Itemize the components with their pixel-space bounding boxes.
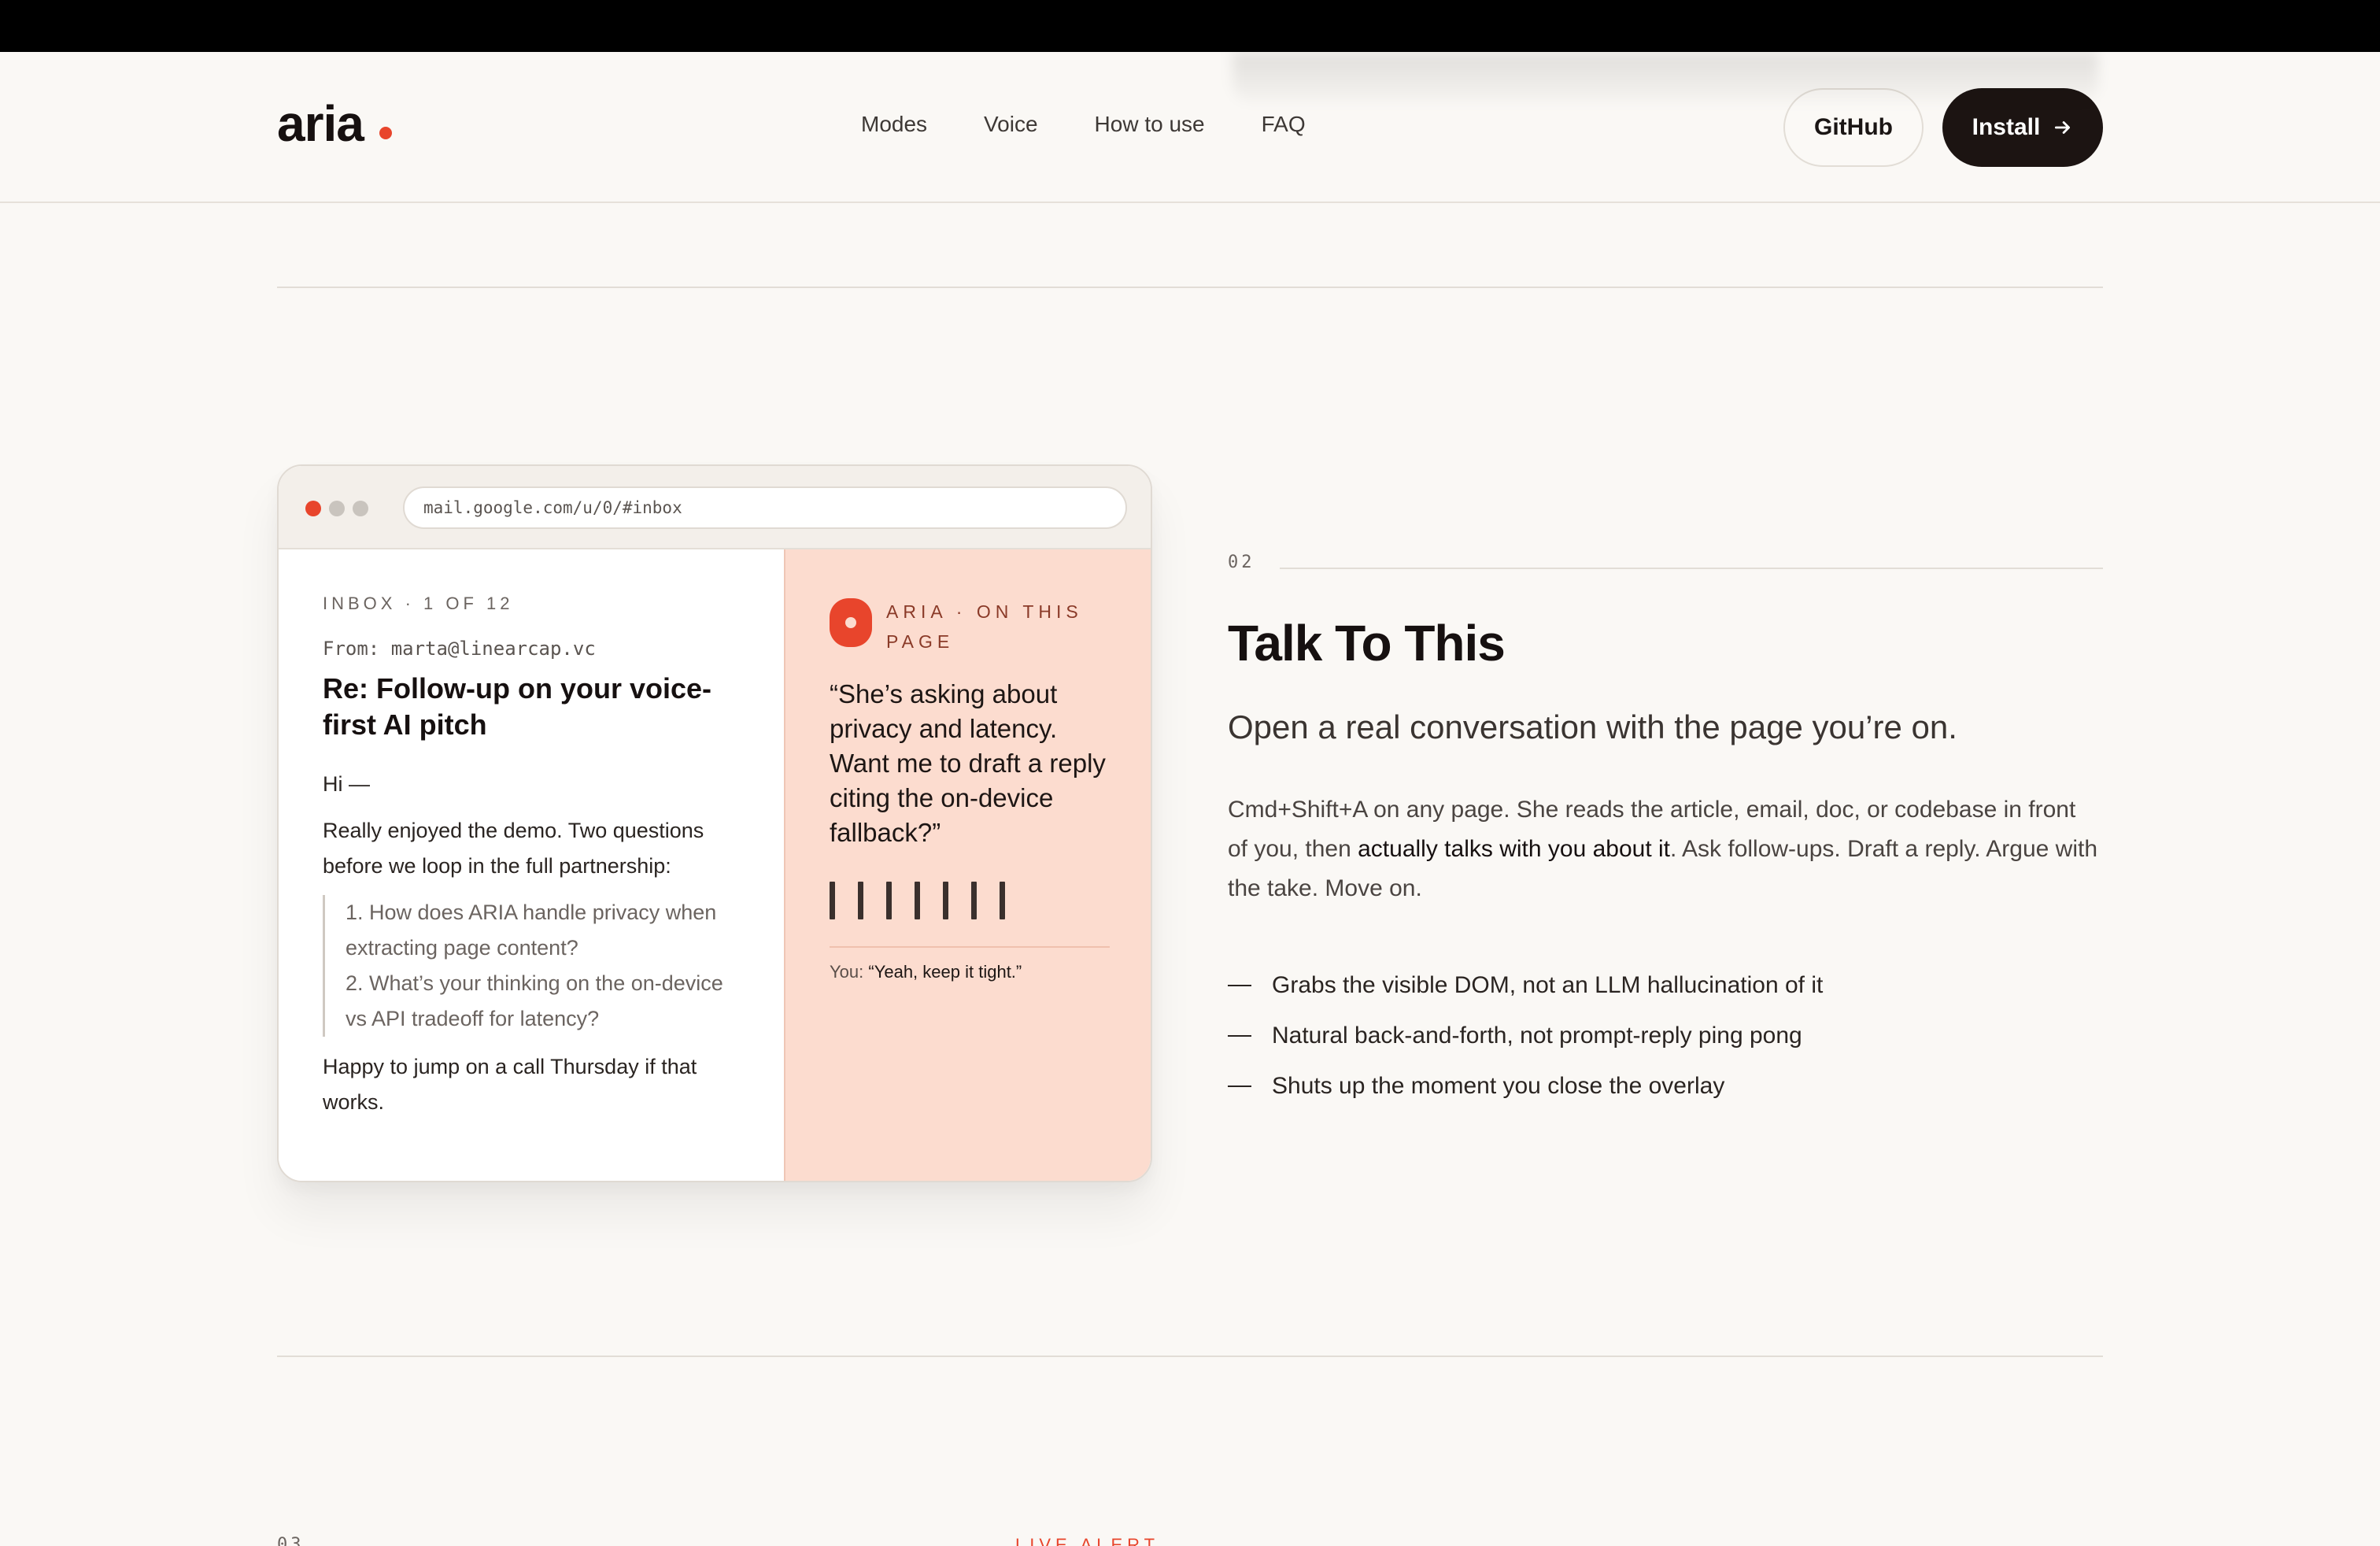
email-question-2: 2. What’s your thinking on the on-device… xyxy=(346,971,723,1030)
next-section-tag: LIVE ALERT xyxy=(1015,1535,1160,1546)
window-maximize-dot-icon xyxy=(353,501,368,516)
window-minimize-dot-icon xyxy=(329,501,345,516)
email-intro: Really enjoyed the demo. Two questions b… xyxy=(323,819,704,878)
nav-link-how-to-use[interactable]: How to use xyxy=(1095,112,1205,137)
email-sender: From: marta@linearcap.vc xyxy=(323,638,596,660)
email-pane: INBOX · 1 OF 12 From: marta@linearcap.vc… xyxy=(279,549,784,1181)
dropdown-shadow xyxy=(1232,52,2098,102)
logo[interactable]: aria xyxy=(277,94,392,153)
window-close-dot-icon xyxy=(305,501,321,516)
dash-icon xyxy=(1228,1035,1251,1037)
aria-overlay-panel: ARIA · ON THIS PAGE “She’s asking about … xyxy=(784,549,1151,1181)
section-title: Talk To This xyxy=(1228,615,1506,671)
browser-mockup: mail.google.com/u/0/#inbox INBOX · 1 OF … xyxy=(277,464,1152,1182)
feature-text: Shuts up the moment you close the overla… xyxy=(1272,1073,1725,1099)
email-question-1: 1. How does ARIA handle privacy when ext… xyxy=(346,901,717,960)
section-number: 02 xyxy=(1228,553,1255,572)
nav-link-modes[interactable]: Modes xyxy=(861,112,927,137)
main-nav: Modes Voice How to use FAQ xyxy=(861,112,1306,137)
section-number-rule xyxy=(1280,568,2103,569)
section-divider-top xyxy=(277,287,2103,288)
voice-waveform-icon xyxy=(830,882,1110,919)
aria-badge: ARIA · ON THIS PAGE xyxy=(830,597,1110,656)
aria-suggestion: “She’s asking about privacy and latency.… xyxy=(830,679,1106,847)
feature-item: Grabs the visible DOM, not an LLM halluc… xyxy=(1228,960,1823,1011)
feature-text: Natural back-and-forth, not prompt-reply… xyxy=(1272,1023,1802,1049)
install-button-label: Install xyxy=(1972,114,2041,140)
user-reply: You: “Yeah, keep it tight.” xyxy=(830,962,1110,982)
feature-item: Shuts up the moment you close the overla… xyxy=(1228,1061,1823,1111)
email-body: Hi — Really enjoyed the demo. Two questi… xyxy=(323,767,740,1120)
section-description: Cmd+Shift+A on any page. She reads the a… xyxy=(1228,790,2101,908)
email-subject: Re: Follow-up on your voice-first AI pit… xyxy=(323,672,711,741)
email-greeting: Hi — xyxy=(323,772,370,796)
address-bar[interactable]: mail.google.com/u/0/#inbox xyxy=(403,486,1127,529)
browser-chrome: mail.google.com/u/0/#inbox xyxy=(279,466,1151,549)
nav-link-voice[interactable]: Voice xyxy=(984,112,1038,137)
arrow-right-icon xyxy=(2055,121,2071,134)
user-reply-label: You: xyxy=(830,962,864,982)
inbox-position: INBOX · 1 OF 12 xyxy=(323,594,514,613)
feature-text: Grabs the visible DOM, not an LLM halluc… xyxy=(1272,972,1824,998)
aria-record-icon xyxy=(830,598,872,647)
user-reply-text: “Yeah, keep it tight.” xyxy=(868,962,1022,982)
dash-icon xyxy=(1228,985,1251,986)
section-subtitle: Open a real conversation with the page y… xyxy=(1228,708,1957,745)
dash-icon xyxy=(1228,1086,1251,1087)
desc-emphasis: actually talks with you about it xyxy=(1358,836,1670,862)
github-button-label: GitHub xyxy=(1814,114,1893,140)
feature-item: Natural back-and-forth, not prompt-reply… xyxy=(1228,1011,1823,1061)
feature-list: Grabs the visible DOM, not an LLM halluc… xyxy=(1228,960,1823,1111)
nav-link-faq[interactable]: FAQ xyxy=(1262,112,1306,137)
aria-panel-label: ARIA · ON THIS PAGE xyxy=(886,601,1083,652)
section-divider-bottom xyxy=(277,1356,2103,1357)
logo-text: aria xyxy=(277,95,364,152)
logo-dot-icon xyxy=(379,127,392,139)
email-closing: Happy to jump on a call Thursday if that… xyxy=(323,1055,697,1114)
next-section-number: 03 xyxy=(277,1535,305,1546)
aria-separator xyxy=(830,946,1110,948)
email-questions: 1. How does ARIA handle privacy when ext… xyxy=(323,895,740,1037)
window-top-bar xyxy=(0,0,2380,52)
